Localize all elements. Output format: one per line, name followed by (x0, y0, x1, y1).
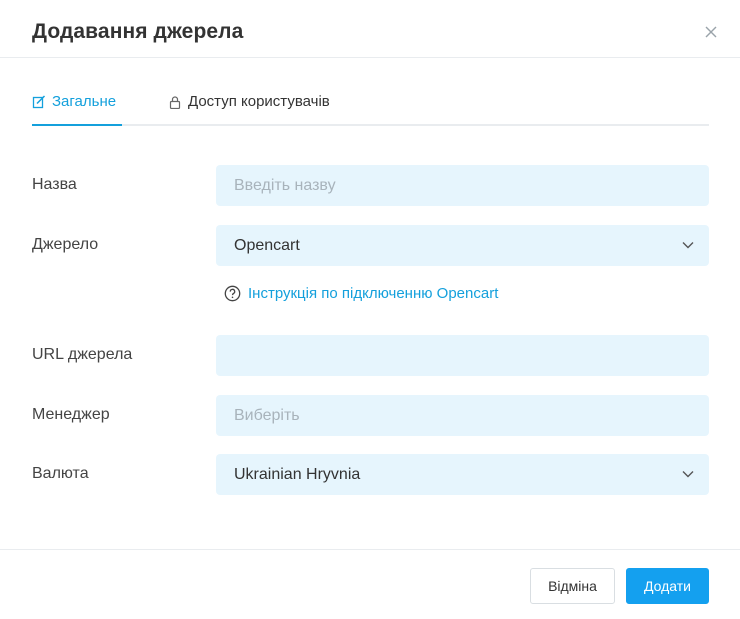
opencart-instructions-link[interactable]: Інструкція по підключенню Opencart (224, 285, 498, 302)
source-label: Джерело (32, 236, 99, 253)
dialog-footer: Відміна Додати (0, 549, 740, 619)
opencart-instructions-text: Інструкція по підключенню Opencart (248, 285, 499, 302)
tab-user-access-label: Доступ користувачів (188, 93, 330, 110)
close-icon[interactable] (700, 21, 722, 43)
url-label: URL джерела (32, 346, 133, 363)
tab-general-label: Загальне (52, 93, 117, 110)
manager-select[interactable]: Виберіть (216, 395, 709, 436)
chevron-down-icon (681, 238, 695, 252)
currency-select[interactable]: Ukrainian Hryvnia (216, 454, 709, 495)
source-select-value: Opencart (234, 236, 300, 254)
dialog-header: Додавання джерела (0, 0, 740, 58)
tab-general[interactable]: Загальне (32, 88, 122, 126)
source-select[interactable]: Opencart (216, 225, 709, 266)
tab-bar: Загальне Доступ користувачів (32, 88, 709, 126)
tab-user-access[interactable]: Доступ користувачів (168, 88, 330, 126)
edit-icon (32, 95, 46, 109)
add-button[interactable]: Додати (626, 568, 709, 604)
currency-select-value: Ukrainian Hryvnia (234, 465, 361, 483)
chevron-down-icon (681, 467, 695, 481)
url-input[interactable] (216, 335, 709, 376)
dialog-title: Додавання джерела (32, 20, 244, 43)
cancel-button[interactable]: Відміна (530, 568, 615, 604)
manager-label: Менеджер (32, 406, 110, 423)
name-input[interactable]: Введіть назву (216, 165, 709, 206)
name-label: Назва (32, 176, 77, 193)
lock-icon (168, 95, 182, 110)
help-circle-icon (224, 285, 241, 302)
add-source-dialog: Додавання джерела Загальне Доступ корист… (0, 0, 740, 619)
currency-label: Валюта (32, 465, 89, 482)
